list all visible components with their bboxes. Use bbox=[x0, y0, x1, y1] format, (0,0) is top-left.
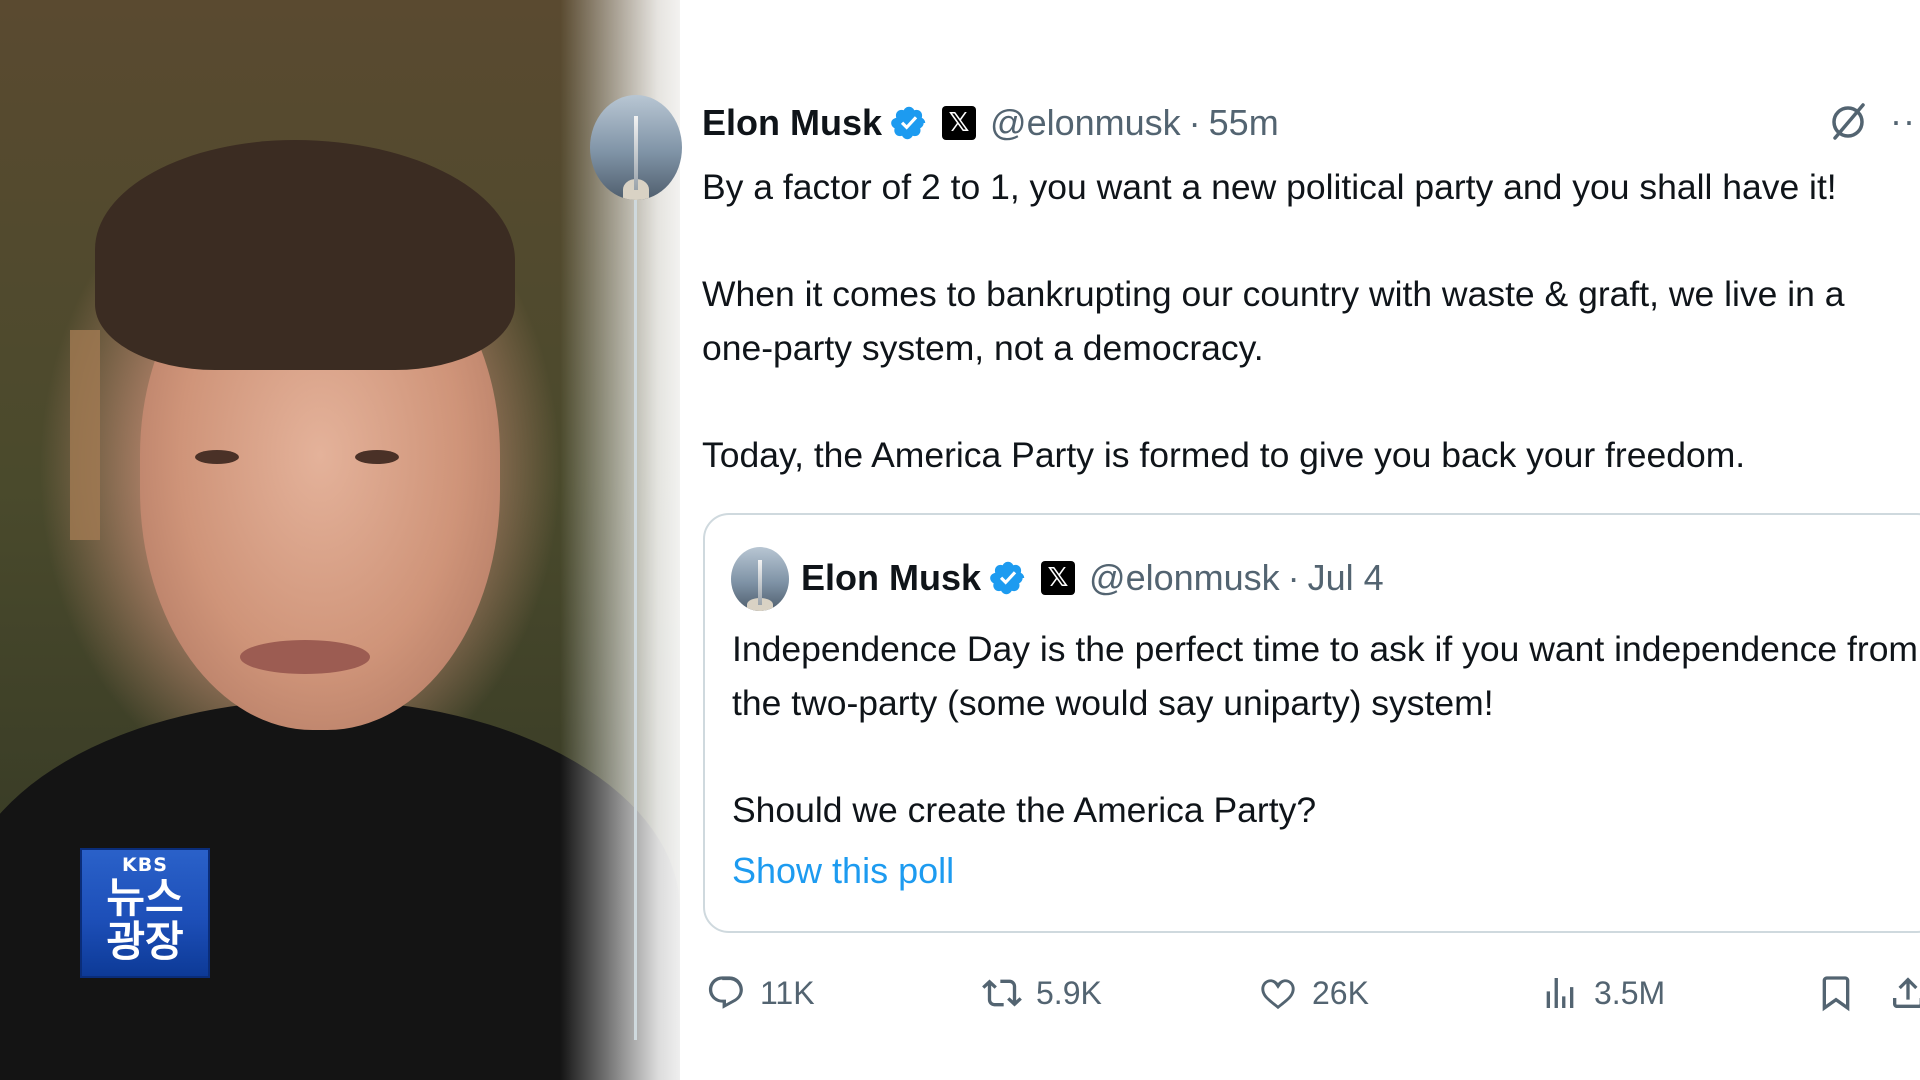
reply-count: 11K bbox=[760, 974, 815, 1011]
quote-paragraph: Should we create the America Party? bbox=[732, 790, 1317, 830]
tweet-paragraph: By a factor of 2 to 1, you want a new po… bbox=[702, 167, 1837, 207]
tweet-header: Elon Musk 𝕏 @elonmusk · 55m bbox=[702, 98, 1279, 148]
quote-avatar[interactable] bbox=[731, 547, 789, 611]
tweet-paragraph: Today, the America Party is formed to gi… bbox=[702, 435, 1746, 475]
quote-header-separator: · bbox=[1287, 557, 1300, 598]
quote-header: Elon Musk 𝕏 @elonmusk · Jul 4 bbox=[801, 553, 1384, 603]
tweet-body: By a factor of 2 to 1, you want a new po… bbox=[702, 160, 1912, 482]
reply-icon bbox=[708, 976, 743, 1009]
logo-line-1: 뉴스 bbox=[106, 873, 184, 922]
speaker-mouth bbox=[240, 640, 370, 674]
quote-timestamp[interactable]: Jul 4 bbox=[1308, 557, 1384, 599]
avatar-rocket bbox=[634, 116, 638, 190]
quote-paragraph: Independence Day is the perfect time to … bbox=[732, 629, 1919, 723]
retweet-count: 5.9K bbox=[1036, 974, 1102, 1011]
logo-line-2: 광장 bbox=[106, 917, 184, 966]
views-icon bbox=[1546, 978, 1574, 1008]
more-icon[interactable]: ··· bbox=[1890, 100, 1920, 142]
show-poll-link[interactable]: Show this poll bbox=[732, 850, 954, 892]
like-count: 26K bbox=[1312, 974, 1369, 1011]
bookmark-icon bbox=[1822, 976, 1850, 1012]
quote-author-name[interactable]: Elon Musk bbox=[801, 557, 981, 599]
share-button[interactable] bbox=[1888, 965, 1920, 1021]
kbs-news-logo: KBS 뉴스 광장 bbox=[80, 848, 210, 978]
header-separator: · bbox=[1188, 102, 1201, 143]
view-count: 3.5M bbox=[1594, 974, 1666, 1011]
verified-badge-icon bbox=[891, 106, 926, 140]
speaker-eye-right bbox=[355, 450, 399, 464]
views-button[interactable]: 3.5M bbox=[1540, 965, 1665, 1021]
quote-body: Independence Day is the perfect time to … bbox=[732, 622, 1920, 837]
tweet-timestamp[interactable]: 55m bbox=[1209, 102, 1279, 144]
tweet-card: Elon Musk 𝕏 @elonmusk · 55m ··· By a fac… bbox=[590, 0, 1920, 1080]
retweet-button[interactable]: 5.9K bbox=[982, 965, 1102, 1021]
tweet-paragraph: When it comes to bankrupting our country… bbox=[702, 274, 1845, 368]
grok-icon[interactable] bbox=[1826, 98, 1870, 146]
background-frame bbox=[70, 330, 100, 540]
thread-line bbox=[634, 200, 637, 1040]
retweet-icon bbox=[982, 979, 1022, 1007]
reply-button[interactable]: 11K bbox=[706, 965, 815, 1021]
bookmark-button[interactable] bbox=[1816, 965, 1870, 1021]
avatar-rocket bbox=[758, 559, 762, 605]
quoted-tweet[interactable]: Elon Musk 𝕏 @elonmusk · Jul 4 Independen… bbox=[703, 513, 1920, 933]
like-icon bbox=[1261, 979, 1295, 1010]
like-button[interactable]: 26K bbox=[1258, 965, 1369, 1021]
share-icon bbox=[1893, 977, 1920, 1008]
author-name[interactable]: Elon Musk bbox=[702, 102, 882, 144]
quote-author-handle[interactable]: @elonmusk bbox=[1089, 557, 1280, 599]
x-logo-icon: 𝕏 bbox=[942, 106, 977, 140]
x-logo-icon: 𝕏 bbox=[1041, 561, 1076, 595]
avatar[interactable] bbox=[590, 95, 682, 200]
speaker-eye-left bbox=[195, 450, 239, 464]
author-handle[interactable]: @elonmusk bbox=[990, 102, 1181, 144]
speaker-hair bbox=[95, 140, 515, 370]
verified-badge-icon bbox=[990, 561, 1025, 595]
